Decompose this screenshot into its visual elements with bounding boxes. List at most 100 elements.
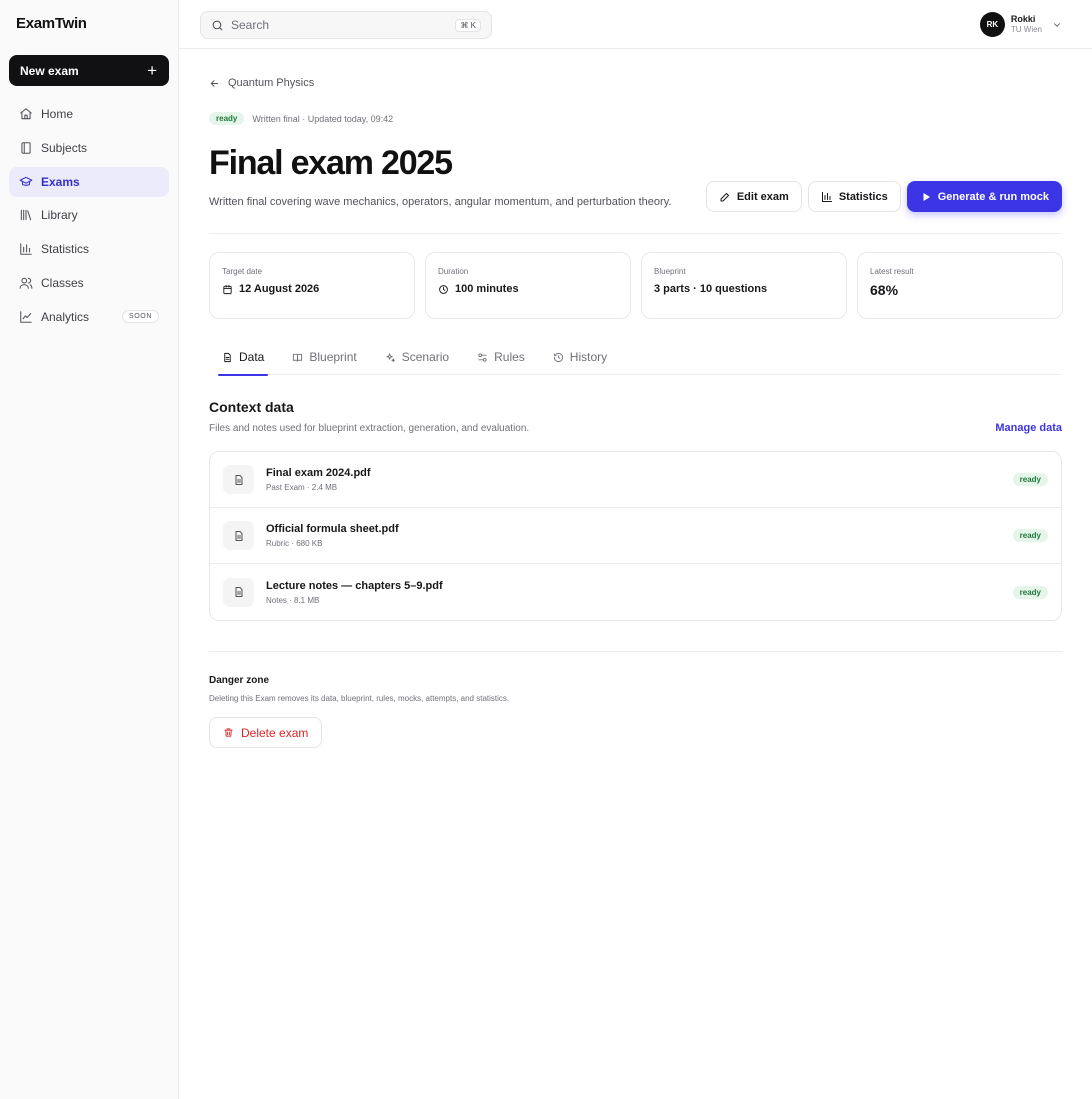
card-value: 3 parts · 10 questions <box>654 283 768 295</box>
new-exam-label: New exam <box>20 63 79 78</box>
meta-text: Written final · Updated today, 09:42 <box>252 113 394 124</box>
tab-label: Data <box>239 350 265 364</box>
chevron-down-icon <box>1054 22 1060 27</box>
delete-exam-button[interactable]: Delete exam <box>209 717 323 748</box>
user-org: TU Wien <box>1010 25 1042 34</box>
clock-icon <box>439 284 448 294</box>
sidebar-item-exams[interactable]: Exams <box>9 166 169 197</box>
danger-zone-title: Danger zone <box>209 675 270 686</box>
sidebar-nav: Home Subjects Exams Library Statistics C… <box>9 99 169 336</box>
tab-scenario[interactable]: Scenario <box>381 348 453 375</box>
sidebar-item-label: Analytics <box>41 309 90 324</box>
file-meta: Rubric · 680 KB <box>266 539 323 548</box>
calendar-icon <box>223 284 232 294</box>
card-value: 68% <box>870 282 899 298</box>
sidebar-item-statistics[interactable]: Statistics <box>9 234 169 264</box>
summary-cards: Target date 12 August 2026 Duration 100 … <box>209 252 1063 319</box>
library-icon <box>20 210 32 221</box>
app-logo[interactable]: ExamTwin <box>16 15 87 32</box>
home-icon <box>20 108 32 120</box>
sidebar: ExamTwin New exam + Home Subjects Exams … <box>0 0 179 1099</box>
exam-meta: ready Written final · Updated today, 09:… <box>209 112 393 125</box>
divider <box>209 233 1062 234</box>
target-date-card: Target date 12 August 2026 <box>209 252 415 319</box>
tab-history[interactable]: History <box>549 348 611 375</box>
generate-run-mock-button[interactable]: Generate & run mock <box>906 181 1062 212</box>
tab-data[interactable]: Data <box>218 348 269 376</box>
new-exam-button[interactable]: New exam + <box>9 55 169 86</box>
sidebar-item-home[interactable]: Home <box>9 99 169 129</box>
plus-icon: + <box>147 61 157 80</box>
users-icon <box>19 277 33 289</box>
avatar: RK <box>979 12 1005 37</box>
bar-chart-icon <box>821 191 832 202</box>
manage-data-link[interactable]: Manage data <box>995 422 1062 434</box>
file-meta: Notes · 8.1 MB <box>266 595 320 605</box>
file-name: Official formula sheet.pdf <box>266 523 399 535</box>
search-shortcut: ⌘ K <box>455 18 481 32</box>
page-description: Written final covering wave mechanics, o… <box>209 196 672 208</box>
card-value-row: 100 minutes <box>438 283 618 295</box>
statistics-label: Statistics <box>838 190 888 203</box>
file-icon <box>224 352 231 363</box>
status-badge: ready <box>1012 585 1048 599</box>
sidebar-item-analytics[interactable]: Analytics SOON <box>9 302 169 332</box>
search-placeholder: Search <box>231 18 270 32</box>
document-icon <box>223 577 254 607</box>
tab-label: History <box>569 350 608 364</box>
edit-exam-label: Edit exam <box>736 190 789 203</box>
breadcrumb[interactable]: Quantum Physics <box>209 77 314 89</box>
trend-chart-icon <box>20 311 32 323</box>
file-meta: Past Exam · 2.4 MB <box>266 483 338 492</box>
statistics-button[interactable]: Statistics <box>807 181 901 212</box>
danger-zone-subtitle: Deleting this Exam removes its data, blu… <box>209 694 510 703</box>
sidebar-item-library[interactable]: Library <box>9 200 169 230</box>
status-badge: ready <box>209 112 245 125</box>
sidebar-item-label: Statistics <box>41 242 90 257</box>
card-value: 100 minutes <box>455 283 519 295</box>
trash-icon <box>224 728 233 737</box>
tab-label: Blueprint <box>309 350 357 364</box>
book-icon <box>21 142 31 154</box>
pencil-icon <box>720 192 729 201</box>
file-name: Lecture notes — chapters 5–9.pdf <box>266 579 443 592</box>
page-actions: Edit exam Statistics Generate & run mock <box>705 181 1062 212</box>
document-icon <box>223 521 254 550</box>
sidebar-item-label: Subjects <box>41 140 88 155</box>
search-icon <box>212 20 223 30</box>
file-row[interactable]: Official formula sheet.pdf Rubric · 680 … <box>210 508 1061 564</box>
sliders-icon <box>478 353 487 362</box>
file-row[interactable]: Final exam 2024.pdf Past Exam · 2.4 MB r… <box>210 452 1061 508</box>
tab-bar: Data Blueprint Scenario Rules History <box>218 348 1062 376</box>
card-label: Latest result <box>870 267 914 276</box>
breadcrumb-label: Quantum Physics <box>228 77 315 89</box>
card-value: 12 August 2026 <box>239 283 320 295</box>
arrow-left-icon <box>210 79 219 87</box>
file-row[interactable]: Lecture notes — chapters 5–9.pdf Notes ·… <box>210 564 1061 620</box>
tab-label: Scenario <box>401 350 450 364</box>
sidebar-item-subjects[interactable]: Subjects <box>9 133 169 163</box>
sidebar-item-label: Classes <box>41 275 84 290</box>
status-badge: ready <box>1012 529 1048 542</box>
sidebar-item-classes[interactable]: Classes <box>9 268 169 298</box>
blueprint-card: Blueprint 3 parts · 10 questions <box>641 252 847 319</box>
edit-exam-button[interactable]: Edit exam <box>705 181 802 212</box>
card-label: Target date <box>222 267 263 276</box>
tab-rules[interactable]: Rules <box>473 348 529 375</box>
file-name: Final exam 2024.pdf <box>266 467 371 479</box>
tab-blueprint[interactable]: Blueprint <box>288 348 360 375</box>
history-icon <box>553 352 563 363</box>
user-menu[interactable]: RK Rokki TU Wien <box>979 12 1062 37</box>
tab-label: Rules <box>494 350 525 364</box>
generate-label: Generate & run mock <box>937 190 1049 203</box>
graduation-cap-icon <box>19 176 33 186</box>
section-subtitle: Files and notes used for blueprint extra… <box>209 423 530 434</box>
section-title: Context data <box>209 399 294 415</box>
delete-exam-label: Delete exam <box>241 725 309 740</box>
card-value-row: 12 August 2026 <box>222 283 402 295</box>
topbar: Search ⌘ K RK Rokki TU Wien <box>179 0 1092 49</box>
soon-badge: SOON <box>121 310 159 324</box>
card-label: Blueprint <box>654 267 686 276</box>
file-list: Final exam 2024.pdf Past Exam · 2.4 MB r… <box>209 451 1062 621</box>
search-input[interactable]: Search ⌘ K <box>200 11 492 39</box>
